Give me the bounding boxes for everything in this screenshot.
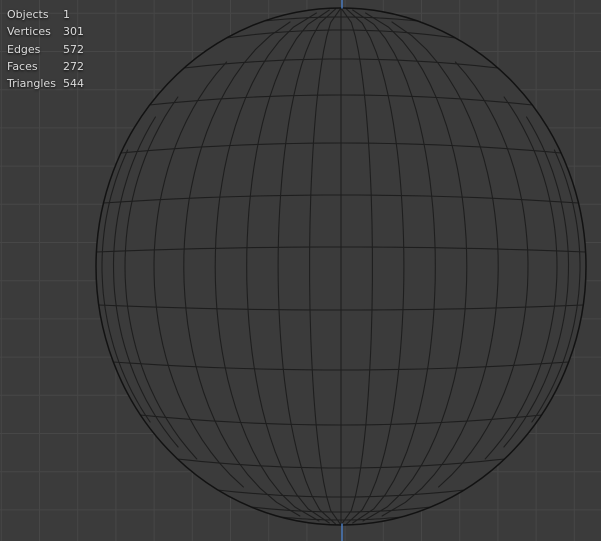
stat-value: 572 <box>63 42 84 56</box>
stat-value: 1 <box>63 8 70 21</box>
stat-label: Edges <box>7 42 41 56</box>
wireframe-sphere-object[interactable] <box>95 7 587 526</box>
stat-row-triangles: Triangles 544 <box>7 75 84 92</box>
stat-row-edges: Edges 572 <box>7 41 84 58</box>
stat-row-objects: Objects 1 <box>7 6 84 23</box>
stat-value: 301 <box>63 25 84 39</box>
stat-value: 544 <box>63 77 84 91</box>
stat-row-faces: Faces 272 <box>7 58 84 75</box>
3d-viewport[interactable]: Objects 1 Vertices 301 Edges 572 Faces 2… <box>0 0 601 541</box>
viewport-canvas <box>0 0 601 541</box>
stat-value: 272 <box>63 59 84 73</box>
statistics-overlay: Objects 1 Vertices 301 Edges 572 Faces 2… <box>7 6 84 92</box>
stat-label: Vertices <box>7 25 51 39</box>
stat-label: Faces <box>7 59 38 73</box>
stat-label: Triangles <box>7 77 56 91</box>
stat-label: Objects <box>7 8 49 21</box>
stat-row-vertices: Vertices 301 <box>7 23 84 40</box>
